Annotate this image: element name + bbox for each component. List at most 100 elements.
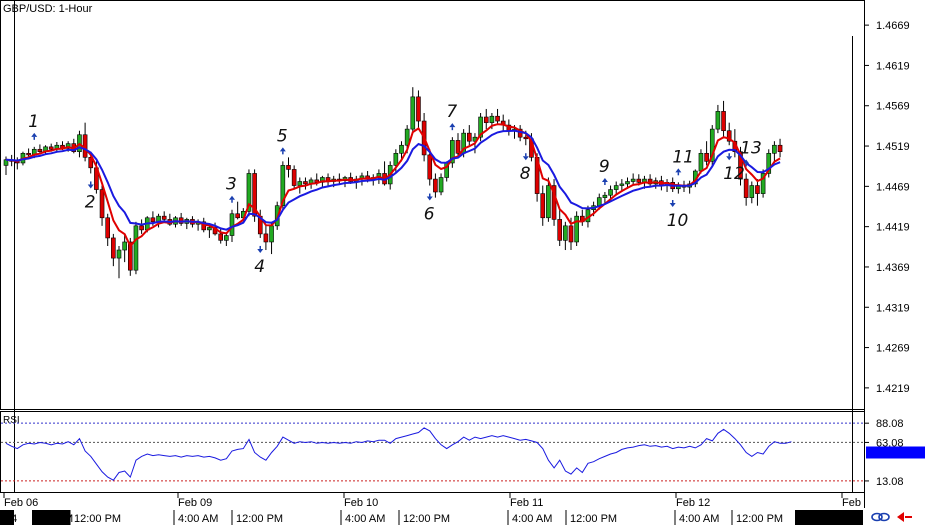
candle-body bbox=[111, 237, 116, 259]
candle-body bbox=[755, 185, 760, 194]
time-label: 4AMAM bbox=[34, 513, 73, 525]
candle-body bbox=[286, 165, 291, 170]
candle-body bbox=[777, 144, 783, 152]
candle-body bbox=[619, 183, 625, 186]
candle-body bbox=[218, 233, 223, 241]
candle-body bbox=[608, 189, 613, 196]
time-label: 4:00 AM bbox=[512, 513, 552, 525]
price-tick-label: 1.4369 bbox=[876, 262, 910, 274]
candle-body bbox=[704, 152, 709, 162]
time-label: Feb 15, 2015 bbox=[797, 513, 862, 525]
price-axis: 1.4669 1.4619 1.4569 1.4519 1.4469 1.4419 1.43… bbox=[864, 20, 910, 395]
candle-body bbox=[207, 227, 212, 231]
candle-body bbox=[105, 217, 110, 239]
annotation-label: 5 bbox=[277, 126, 288, 146]
candle-body bbox=[399, 144, 404, 154]
price-tick-label: 1.4469 bbox=[876, 181, 910, 193]
candle-body bbox=[749, 185, 755, 198]
candle-body bbox=[602, 194, 608, 198]
candle-body bbox=[489, 115, 495, 123]
candle bbox=[450, 137, 455, 168]
price-tick-label: 1.4219 bbox=[876, 383, 910, 395]
candle-body bbox=[291, 169, 297, 186]
candle-body bbox=[416, 96, 421, 122]
candle-body bbox=[546, 185, 551, 219]
candle-body bbox=[466, 132, 472, 142]
candle-body bbox=[433, 178, 438, 193]
annotation-label: 11 bbox=[672, 147, 694, 167]
candle-body bbox=[48, 146, 54, 150]
price-tick-label: 1.4669 bbox=[876, 20, 910, 32]
candle-body bbox=[698, 152, 704, 172]
candle-body bbox=[224, 235, 229, 241]
candle-body bbox=[455, 140, 461, 154]
date-labels: Feb 06 Feb 09 Feb 10 Feb 11 Feb 12 Feb bbox=[3, 493, 861, 509]
price-tick-label: 1.4519 bbox=[876, 141, 910, 153]
candle-body bbox=[540, 193, 546, 219]
time-label: 12:00 PM bbox=[236, 513, 283, 525]
annotation-label: 8 bbox=[520, 164, 531, 184]
candle-body bbox=[563, 225, 568, 241]
annotation-label: 10 bbox=[667, 211, 689, 231]
annotation-label: 3 bbox=[226, 175, 237, 195]
annotation-label: 6 bbox=[424, 205, 435, 225]
scroll-end-icon[interactable] bbox=[897, 512, 912, 522]
candle-body bbox=[269, 225, 274, 243]
date-label: Feb bbox=[842, 497, 861, 509]
time-label: 12:00 PM bbox=[74, 513, 121, 525]
annotation-label: 7 bbox=[446, 102, 457, 122]
candle-body bbox=[26, 152, 31, 156]
annotation-label: 12 bbox=[723, 164, 745, 184]
price-tick-label: 1.4569 bbox=[876, 101, 910, 113]
time-label: 12:00 PM bbox=[570, 513, 617, 525]
date-label: Feb 06 bbox=[4, 497, 38, 509]
annotation-label: 1 bbox=[28, 112, 39, 132]
annotation-label: 9 bbox=[599, 157, 610, 177]
annotation-label: 2 bbox=[85, 192, 96, 212]
price-tick-label: 1.4419 bbox=[876, 222, 910, 234]
candle bbox=[760, 169, 766, 198]
rsi-title: RSI bbox=[3, 415, 20, 426]
candle-body bbox=[636, 178, 642, 183]
candle-body bbox=[229, 213, 235, 236]
candle-body bbox=[495, 115, 500, 122]
candle-body bbox=[150, 217, 156, 223]
candle-body bbox=[235, 213, 240, 219]
date-label: Feb 11 bbox=[510, 497, 543, 509]
rsi-tick-label: 88.08 bbox=[876, 418, 904, 430]
chart-title: GBP/USD: 1-Hour bbox=[3, 3, 93, 15]
price-tick-label: 1.4319 bbox=[876, 302, 910, 314]
candle-body bbox=[483, 116, 489, 123]
candle-body bbox=[715, 111, 721, 130]
candle-body bbox=[99, 189, 105, 219]
candle bbox=[551, 179, 557, 226]
time-label: 4:00 AM bbox=[345, 513, 385, 525]
annotation-label: 13 bbox=[740, 138, 762, 158]
date-label: Feb 09 bbox=[178, 497, 212, 509]
candle-body bbox=[161, 215, 167, 220]
candle-body bbox=[37, 148, 43, 152]
candle-body bbox=[393, 152, 399, 166]
date-label: Feb 12 bbox=[676, 497, 710, 509]
candle-body bbox=[116, 249, 122, 259]
candle-body bbox=[297, 181, 303, 186]
time-label: 5 4 bbox=[2, 513, 17, 525]
candle-body bbox=[139, 225, 144, 231]
candle-body bbox=[721, 111, 726, 132]
candle-body bbox=[122, 241, 127, 251]
candle-body bbox=[133, 225, 139, 271]
candle-body bbox=[438, 177, 444, 193]
candle bbox=[133, 221, 139, 275]
price-tick-label: 1.4269 bbox=[876, 343, 910, 355]
candle-body bbox=[574, 215, 579, 243]
candle-body bbox=[772, 144, 777, 154]
rsi-current-value-marker bbox=[866, 446, 925, 459]
link-icon[interactable] bbox=[871, 512, 890, 522]
candle-body bbox=[303, 181, 308, 185]
candle-body bbox=[263, 233, 269, 243]
candle-body bbox=[613, 185, 619, 190]
rsi-tick-label: 13.08 bbox=[876, 476, 904, 488]
candle-body bbox=[568, 225, 574, 243]
candle-body bbox=[523, 136, 529, 140]
time-label: 4:00 AM bbox=[679, 513, 719, 525]
